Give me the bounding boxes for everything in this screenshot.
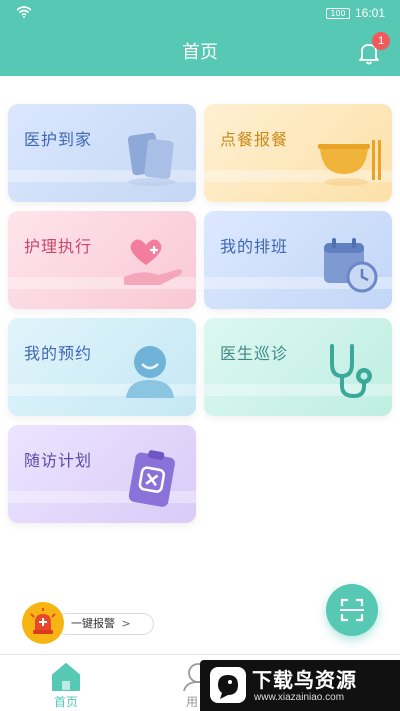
heart-hand-icon: [124, 239, 182, 285]
siren-icon: [30, 608, 56, 634]
calendar-clock-icon: [324, 238, 378, 293]
card-my-schedule[interactable]: 我的排班: [204, 211, 392, 309]
card-label: 点餐报餐: [220, 130, 289, 149]
alarm-button[interactable]: [22, 602, 64, 644]
clock: 16:01: [355, 6, 386, 20]
nav-home-tab[interactable]: 首页: [46, 661, 86, 709]
cards-icon: [127, 132, 176, 186]
card-nursing-exec[interactable]: 护理执行: [8, 211, 196, 309]
person-icon: [126, 346, 174, 398]
watermark: 下载鸟资源 www.xiazainiao.com: [200, 660, 400, 711]
card-label: 我的预约: [24, 344, 93, 363]
card-my-appointment[interactable]: 我的预约: [8, 318, 196, 416]
notification-badge: 1: [372, 32, 390, 50]
nav-home-label: 首页: [53, 695, 78, 709]
card-label: 我的排班: [220, 237, 289, 256]
card-label: 医生巡诊: [220, 344, 289, 363]
nav-user-label: 用: [186, 695, 199, 709]
page-title: 首页: [182, 42, 218, 63]
scan-button[interactable]: [326, 584, 378, 636]
card-doctor-round[interactable]: 医生巡诊: [204, 318, 392, 416]
home-icon: [52, 663, 80, 691]
bird-logo-icon: [210, 667, 246, 703]
battery-indicator: 100: [326, 8, 350, 19]
watermark-title: 下载鸟资源: [252, 668, 357, 692]
card-label: 随访计划: [24, 451, 93, 470]
card-label: 医护到家: [24, 130, 93, 149]
card-meal-order[interactable]: 点餐报餐: [204, 104, 392, 202]
alarm-pill[interactable]: 一键报警 >: [56, 613, 154, 635]
alarm-label: 一键报警: [71, 617, 115, 630]
app-header: 100 16:01 首页 1: [0, 0, 400, 76]
card-label: 护理执行: [24, 237, 93, 256]
bowl-icon: [318, 140, 381, 186]
chevron-right-icon: >: [121, 617, 131, 630]
stethoscope-icon: [330, 344, 372, 399]
card-followup-plan[interactable]: 随访计划: [8, 425, 196, 523]
card-home-care[interactable]: 医护到家: [8, 104, 196, 202]
watermark-url: www.xiazainiao.com: [254, 692, 345, 703]
wifi-icon: [16, 6, 32, 18]
clipboard-icon: [128, 450, 175, 507]
status-bar: 100 16:01: [0, 6, 400, 22]
scan-icon: [340, 598, 364, 622]
one-key-alarm[interactable]: 一键报警 >: [22, 602, 154, 644]
